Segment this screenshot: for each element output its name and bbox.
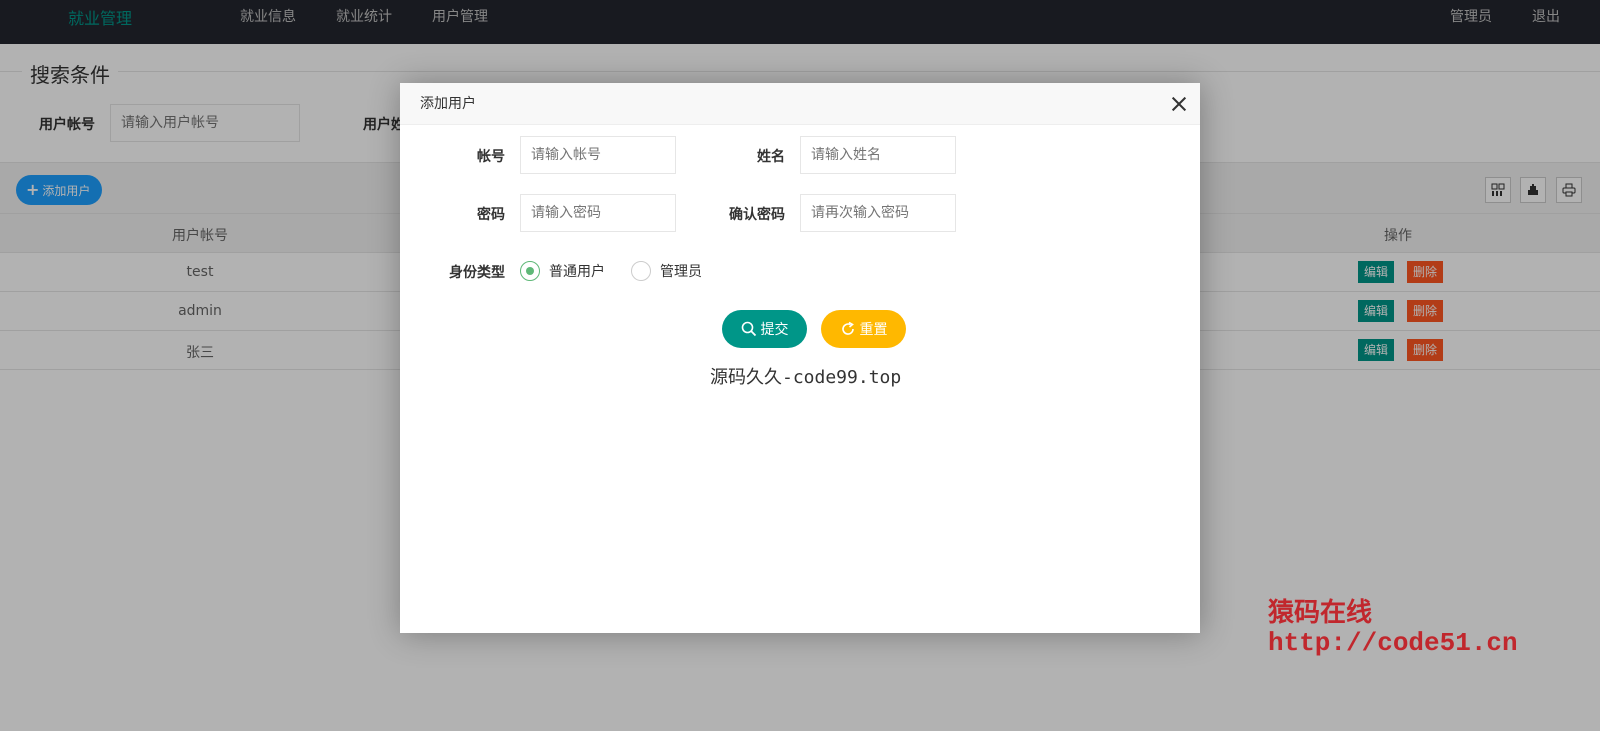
radio-checked-icon [520,261,540,281]
submit-button[interactable]: 提交 [722,310,807,348]
close-icon[interactable] [1172,97,1186,111]
password-label: 密码 [477,207,505,223]
refresh-icon [841,321,854,335]
watermark-url: http://code51.cn [1268,628,1518,658]
account-label: 帐号 [477,149,505,165]
add-user-dialog: 添加用户 帐号 姓名 密码 确认密码 身份类型 普通用户 管理员 提交 重置 源… [400,83,1200,633]
role-option-label: 管理员 [660,264,702,280]
name-input[interactable] [800,136,956,174]
role-radio-admin[interactable]: 管理员 [631,261,702,281]
role-label: 身份类型 [449,265,505,281]
source-caption: 源码久久-code99.top [710,367,902,388]
confirm-password-label: 确认密码 [729,207,785,223]
role-radio-normal[interactable]: 普通用户 [520,261,605,281]
account-input[interactable] [520,136,676,174]
name-label: 姓名 [757,149,785,165]
watermark-title: 猿码在线 [1268,598,1373,628]
role-option-label: 普通用户 [549,264,605,280]
radio-unchecked-icon [631,261,651,281]
dialog-title: 添加用户 [420,96,476,112]
confirm-password-input[interactable] [800,194,956,232]
submit-label: 提交 [760,322,789,338]
reset-button[interactable]: 重置 [821,310,906,348]
password-input[interactable] [520,194,676,232]
reset-label: 重置 [859,322,888,338]
search-icon [741,321,756,337]
dialog-title-bar: 添加用户 [400,83,1200,125]
